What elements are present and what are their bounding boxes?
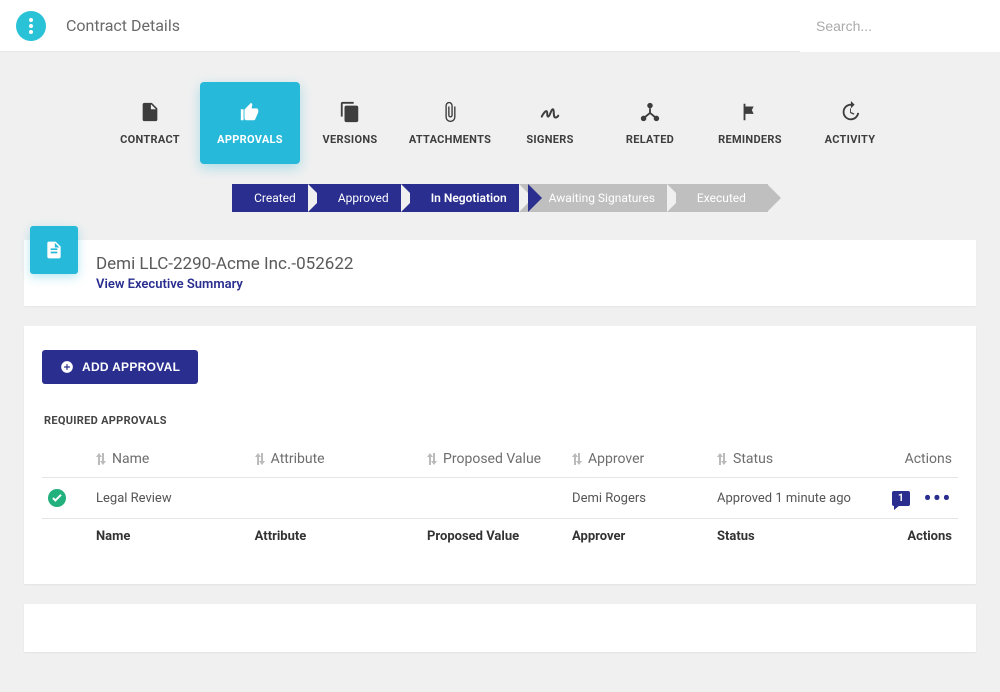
tab-signers[interactable]: SIGNERS	[500, 82, 600, 164]
tab-activity[interactable]: ACTIVITY	[800, 82, 900, 164]
flag-icon	[739, 101, 761, 123]
foot-proposed-value: Proposed Value	[427, 529, 564, 544]
top-bar: Contract Details	[0, 0, 1000, 52]
sort-icon	[572, 453, 582, 465]
tab-label: RELATED	[626, 133, 674, 146]
kebab-icon	[29, 18, 33, 34]
approvals-table: Name Attribute Proposed Value Approver S…	[42, 441, 958, 554]
table-footer: Name Attribute Proposed Value Approver S…	[42, 519, 958, 554]
history-icon	[839, 101, 861, 123]
foot-name: Name	[96, 529, 247, 544]
comment-badge[interactable]: 1	[892, 491, 910, 506]
cell-status: Approved 1 minute ago	[717, 491, 854, 506]
foot-status: Status	[717, 529, 854, 544]
sort-icon	[96, 453, 106, 465]
add-approval-label: ADD APPROVAL	[82, 360, 180, 374]
contract-header-card: Demi LLC-2290-Acme Inc.-052622 View Exec…	[24, 240, 976, 306]
tab-label: APPROVALS	[217, 133, 283, 146]
search-input[interactable]	[800, 0, 1000, 52]
paperclip-icon	[439, 101, 461, 123]
tab-label: ATTACHMENTS	[409, 133, 491, 146]
executive-summary-link[interactable]: View Executive Summary	[96, 277, 353, 292]
approvals-card: ADD APPROVAL REQUIRED APPROVALS Name Att…	[24, 326, 976, 584]
tab-label: ACTIVITY	[825, 133, 876, 146]
col-status[interactable]: Status	[717, 451, 854, 467]
stage-bar: Created Approved In Negotiation Awaiting…	[24, 184, 976, 212]
tab-label: SIGNERS	[526, 133, 573, 146]
tab-strip: CONTRACT APPROVALS VERSIONS ATTACHMENTS …	[24, 82, 976, 164]
tab-reminders[interactable]: REMINDERS	[700, 82, 800, 164]
approved-check-icon	[48, 489, 66, 507]
sort-icon	[427, 453, 437, 465]
col-proposed-value[interactable]: Proposed Value	[427, 451, 564, 467]
tab-label: VERSIONS	[323, 133, 378, 146]
table-header: Name Attribute Proposed Value Approver S…	[42, 441, 958, 478]
foot-attribute: Attribute	[255, 529, 419, 544]
contract-name: Demi LLC-2290-Acme Inc.-052622	[96, 254, 353, 274]
page-title: Contract Details	[66, 16, 180, 35]
table-row: Legal Review Demi Rogers Approved 1 minu…	[42, 478, 958, 519]
tab-related[interactable]: RELATED	[600, 82, 700, 164]
stage-created[interactable]: Created	[232, 184, 318, 212]
col-attribute[interactable]: Attribute	[255, 451, 419, 467]
signature-icon	[539, 101, 561, 123]
plus-circle-icon	[60, 360, 74, 374]
row-actions-menu[interactable]: •••	[924, 488, 952, 508]
sort-icon	[717, 453, 727, 465]
stage-awaiting-signatures[interactable]: Awaiting Signatures	[519, 184, 677, 212]
tab-label: REMINDERS	[718, 133, 782, 146]
menu-button[interactable]	[16, 11, 46, 41]
tab-attachments[interactable]: ATTACHMENTS	[400, 82, 500, 164]
cell-name: Legal Review	[96, 491, 247, 506]
required-approvals-title: REQUIRED APPROVALS	[44, 414, 958, 427]
search-box	[800, 0, 1000, 52]
col-name[interactable]: Name	[96, 451, 247, 467]
next-card	[24, 604, 976, 652]
col-approver[interactable]: Approver	[572, 451, 709, 467]
foot-actions: Actions	[907, 529, 952, 544]
cell-approver: Demi Rogers	[572, 491, 709, 506]
file-icon	[44, 239, 64, 261]
tab-contract[interactable]: CONTRACT	[100, 82, 200, 164]
document-icon	[139, 101, 161, 123]
tab-versions[interactable]: VERSIONS	[300, 82, 400, 164]
tab-approvals[interactable]: APPROVALS	[200, 82, 300, 164]
add-approval-button[interactable]: ADD APPROVAL	[42, 350, 198, 384]
thumbs-up-icon	[239, 101, 261, 123]
document-badge	[30, 226, 78, 274]
foot-approver: Approver	[572, 529, 709, 544]
col-actions: Actions	[905, 451, 952, 467]
copy-icon	[339, 101, 361, 123]
tab-label: CONTRACT	[120, 133, 180, 146]
sort-icon	[255, 453, 265, 465]
hierarchy-icon	[639, 101, 661, 123]
